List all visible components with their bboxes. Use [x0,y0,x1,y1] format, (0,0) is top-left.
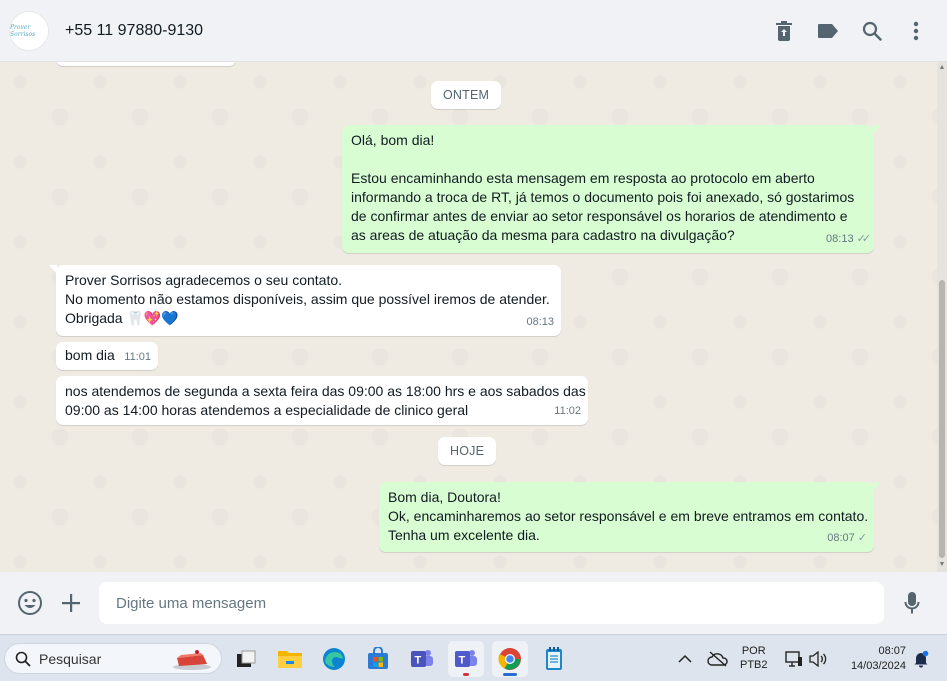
message-time: 08:13 [526,316,554,328]
keyboard-layout: PTB2 [740,659,768,671]
file-explorer-icon[interactable] [272,641,308,677]
message-bubble-incoming[interactable]: Prover Sorrisos agradecemos o seu contat… [49,265,561,336]
system-clock[interactable]: 08:07 14/03/2024 [838,644,906,674]
message-line: de confirmar antes de enviar ao setor re… [351,208,848,224]
microsoft-store-icon[interactable] [360,641,396,677]
message-bubble-partial [56,62,236,66]
message-composer [0,572,947,634]
chrome-browser-icon[interactable] [492,641,528,677]
message-line: Bom dia, Doutora! [388,489,501,505]
header-actions [773,0,927,62]
message-line: as areas de atuação da mesma para cadast… [351,227,735,243]
active-indicator [503,673,517,676]
notification-bell-icon[interactable] [913,635,929,681]
message-time: 11:02 [554,405,581,417]
windows-taskbar: Pesquisar T T POR PTB2 08:07 14/03/2024 [0,634,947,681]
task-view-icon[interactable] [228,641,264,677]
check-icon: ✓ [857,532,867,544]
message-line [351,150,866,169]
message-time: 08:13 [826,233,854,245]
message-line: Ok, encaminharemos ao setor responsável … [388,508,869,524]
message-meta: 08:13 ✓✓ [826,230,872,249]
teams-icon[interactable]: T [404,641,440,677]
message-line: No momento não estamos disponíveis, assi… [65,291,550,307]
clock-time: 08:07 [878,645,906,657]
bubble-tail [873,482,881,491]
running-indicator [463,673,469,676]
delete-icon[interactable] [773,20,795,42]
search-icon[interactable] [861,20,883,42]
label-icon[interactable] [817,20,839,42]
edge-browser-icon[interactable] [316,641,352,677]
language-code: POR [741,645,766,657]
message-bubble-outgoing[interactable]: Bom dia, Doutora! Ok, encaminharemos ao … [379,482,881,552]
bubble-tail [49,265,57,274]
message-time: 11:01 [124,351,151,363]
menu-icon[interactable] [905,20,927,42]
show-hidden-icons-chevron-icon[interactable] [678,635,692,681]
scroll-up-arrow-icon[interactable]: ▲ [938,64,946,72]
network-icon[interactable] [785,635,803,681]
avatar-logo-text: Prover Sorrisos [10,23,36,38]
clock-date: 14/03/2024 [850,660,906,672]
attach-plus-icon[interactable] [57,589,85,617]
message-bubble-outgoing[interactable]: Olá, bom dia! Estou encaminhando esta me… [342,125,881,253]
message-line: Obrigada 🦷💖💙 [65,310,179,326]
message-line: nos atendemos de segunda a sexta feira d… [65,383,586,399]
volume-icon[interactable] [808,635,828,681]
message-line: Tenha um excelente dia. [388,527,540,543]
notepad-icon[interactable] [536,641,572,677]
message-line: Prover Sorrisos agradecemos o seu contat… [65,272,343,288]
search-icon [15,651,31,667]
message-line: informando a troca de RT, já temos o doc… [351,189,855,205]
teams-work-icon[interactable]: T [448,641,484,677]
cloud-offline-icon[interactable] [707,635,729,681]
microphone-icon[interactable] [898,589,926,617]
input-language-indicator[interactable]: POR PTB2 [740,644,768,672]
message-meta: 08:07 ✓ [827,529,867,548]
message-line: Estou encaminhando esta mensagem em resp… [351,170,815,186]
scroll-down-arrow-icon[interactable]: ▼ [938,561,946,569]
message-line: Olá, bom dia! [351,132,435,148]
svg-text:T: T [459,655,466,667]
message-meta: 11:02 [554,402,581,421]
taskbar-search-label: Pesquisar [39,650,102,667]
message-bubble-incoming[interactable]: nos atendemos de segunda a sexta feira d… [56,376,588,425]
message-input[interactable] [99,582,884,624]
chat-messages[interactable]: ONTEM Olá, bom dia! Estou encaminhando e… [0,62,947,572]
pie-cake-icon [173,650,211,670]
message-bubble-incoming[interactable]: bom dia 11:01 [56,342,158,370]
message-meta: 08:13 [526,313,554,332]
message-meta: 11:01 [124,348,151,367]
message-line: 09:00 as 14:00 horas atendemos a especia… [65,402,469,418]
date-divider-yesterday: ONTEM [431,81,502,109]
scrollbar-thumb[interactable] [939,280,945,558]
bubble-tail [873,125,881,134]
contact-name[interactable]: +55 11 97880-9130 [65,22,203,40]
double-check-icon: ✓✓ [856,233,872,245]
svg-text:T: T [415,655,422,667]
contact-avatar[interactable]: Prover Sorrisos [9,10,49,51]
taskbar-search[interactable]: Pesquisar [4,643,222,674]
emoji-icon[interactable] [16,589,44,617]
message-time: 08:07 [827,532,855,544]
chat-header: Prover Sorrisos +55 11 97880-9130 [0,0,947,62]
date-divider-today: HOJE [438,437,497,465]
